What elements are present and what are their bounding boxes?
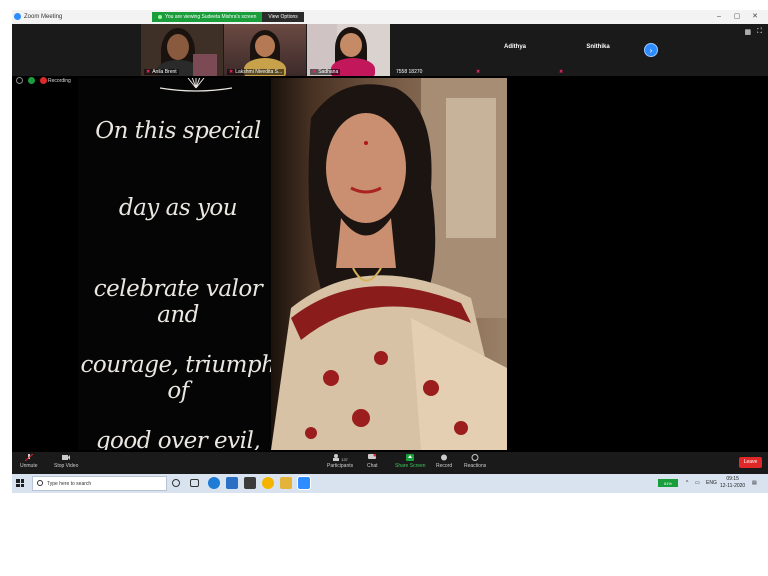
view-controls: ▦ ⛶ bbox=[744, 28, 762, 36]
participant-tile[interactable]: ✖ Sadhana bbox=[307, 24, 390, 76]
flourish-ornament bbox=[159, 78, 233, 92]
maximize-icon[interactable]: ▢ bbox=[732, 12, 742, 22]
greeting-line: courage, triumph of bbox=[80, 352, 276, 404]
share-screen-button[interactable]: Share Screen bbox=[395, 454, 426, 469]
video-camera-icon bbox=[62, 454, 71, 461]
windows-start-icon[interactable] bbox=[16, 479, 24, 487]
mic-status: ✖ bbox=[474, 69, 482, 75]
greeting-line: On this special bbox=[95, 118, 261, 144]
stop-video-button[interactable]: Stop Video bbox=[54, 454, 78, 469]
recording-label: Recording bbox=[48, 78, 71, 84]
chrome-icon[interactable] bbox=[262, 477, 274, 489]
participant-name: Snithika bbox=[586, 44, 610, 50]
clock[interactable]: 09:15 12-11-2020 bbox=[720, 476, 745, 490]
search-icon bbox=[37, 480, 43, 486]
zoom-window: Zoom Meeting You are viewing Sudeeta Mis… bbox=[12, 10, 768, 493]
record-icon bbox=[440, 454, 448, 461]
participant-name: ✖ Anila Brent bbox=[144, 69, 179, 75]
chat-icon bbox=[368, 453, 377, 461]
participants-count: 137 bbox=[341, 457, 348, 462]
fullscreen-icon[interactable]: ⛶ bbox=[757, 28, 762, 36]
mic-muted-icon: ✖ bbox=[146, 69, 151, 75]
info-icon[interactable] bbox=[16, 77, 23, 84]
viewing-screen-text: You are viewing Sudeeta Mishra's screen bbox=[165, 14, 257, 20]
view-options-button[interactable]: View Options bbox=[262, 12, 304, 22]
mic-muted-icon: ✖ bbox=[559, 69, 564, 75]
task-view-icon[interactable] bbox=[190, 479, 199, 487]
next-page-icon[interactable]: › bbox=[644, 43, 658, 57]
meeting-controls: Unmute Stop Video 137 Participants Chat … bbox=[12, 452, 768, 474]
participant-tile[interactable]: 7558 18270 bbox=[391, 24, 473, 76]
participant-tile[interactable]: Snithika ✖ bbox=[557, 24, 639, 76]
clock-time: 09:15 bbox=[726, 476, 739, 482]
battery-indicator[interactable]: 81% bbox=[658, 479, 678, 487]
speaker-view-icon[interactable]: ▦ bbox=[744, 28, 751, 36]
greeting-card-text-panel: On this special day as you celebrate val… bbox=[78, 78, 278, 450]
participant-name: ✖ Sadhana bbox=[310, 69, 341, 75]
notifications-icon[interactable]: ▤ bbox=[752, 480, 757, 486]
encryption-shield-icon[interactable] bbox=[28, 77, 35, 84]
screen-share-icon bbox=[158, 15, 162, 19]
cortana-icon[interactable] bbox=[172, 479, 180, 487]
share-banner: You are viewing Sudeeta Mishra's screen … bbox=[152, 12, 304, 22]
participant-name: 7558 18270 bbox=[396, 69, 423, 75]
file-explorer-icon[interactable] bbox=[280, 477, 292, 489]
mic-status: ✖ bbox=[557, 69, 565, 75]
edge-browser-icon[interactable] bbox=[208, 477, 220, 489]
chat-button[interactable]: Chat bbox=[367, 453, 378, 469]
title-bar: Zoom Meeting You are viewing Sudeeta Mis… bbox=[12, 10, 768, 24]
participant-tile[interactable]: ✖ Anila Brent bbox=[141, 24, 223, 76]
reactions-icon bbox=[471, 454, 479, 461]
unmute-button[interactable]: Unmute bbox=[20, 453, 38, 469]
clock-date: 12-11-2020 bbox=[720, 483, 746, 489]
greeting-line: good over evil, bbox=[95, 428, 261, 450]
participants-icon: 137 bbox=[332, 454, 348, 462]
greeting-line: day as you bbox=[118, 195, 238, 221]
close-icon[interactable]: ✕ bbox=[750, 12, 760, 22]
mic-muted-icon: ✖ bbox=[312, 69, 317, 75]
window-title: Zoom Meeting bbox=[24, 14, 63, 20]
portrait-photo bbox=[271, 78, 507, 450]
share-screen-icon bbox=[406, 454, 415, 461]
greeting-line: celebrate valor and bbox=[93, 276, 263, 328]
participant-tile[interactable]: ✖ Lakshmi Nivedita S... bbox=[224, 24, 306, 76]
taskbar-search-input[interactable]: Type here to search bbox=[32, 476, 167, 491]
mail-icon[interactable] bbox=[226, 477, 238, 489]
store-icon[interactable] bbox=[244, 477, 256, 489]
participant-name: Adithya bbox=[503, 44, 526, 50]
tray-chevron-icon[interactable]: ^ bbox=[686, 480, 688, 486]
shared-screen: On this special day as you celebrate val… bbox=[78, 78, 702, 450]
network-icon[interactable]: ▭ bbox=[695, 480, 700, 486]
mic-muted-icon bbox=[24, 453, 34, 462]
reactions-button[interactable]: Reactions bbox=[464, 454, 486, 469]
record-button[interactable]: Record bbox=[436, 454, 452, 469]
mic-muted-icon: ✖ bbox=[229, 69, 234, 75]
zoom-taskbar-icon[interactable] bbox=[297, 476, 311, 490]
input-language[interactable]: ENG bbox=[706, 480, 717, 486]
participants-button[interactable]: 137 Participants bbox=[327, 454, 353, 469]
participant-name: ✖ Lakshmi Nivedita S... bbox=[227, 69, 285, 75]
participant-tile[interactable]: Adithya ✖ bbox=[474, 24, 556, 76]
recording-icon bbox=[40, 77, 47, 84]
participant-gallery: ✖ Anila Brent ✖ Lakshmi Nivedita S... ✖ Sad… bbox=[12, 24, 768, 76]
mic-muted-icon: ✖ bbox=[476, 69, 481, 75]
windows-taskbar: Type here to search 81% ^ ▭ ENG 09:15 12… bbox=[12, 474, 768, 493]
viewing-screen-message: You are viewing Sudeeta Mishra's screen bbox=[152, 12, 263, 22]
minimize-icon[interactable]: – bbox=[714, 12, 724, 22]
zoom-app-icon bbox=[14, 13, 21, 20]
leave-button[interactable]: Leave bbox=[739, 457, 762, 468]
